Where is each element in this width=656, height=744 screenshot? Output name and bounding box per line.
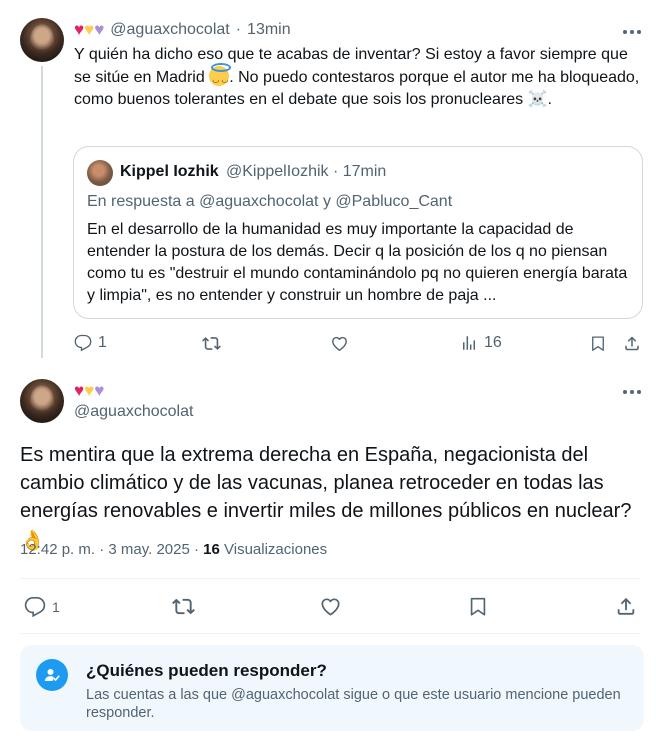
retweet-icon	[172, 598, 195, 615]
reply-count: 1	[52, 599, 60, 615]
views-count: 16	[484, 334, 502, 351]
more-options-icon[interactable]	[620, 382, 644, 402]
views-total: 16	[203, 541, 220, 558]
red-heart-icon: ♥	[74, 20, 85, 39]
purple-heart-icon: ♥	[94, 381, 105, 400]
retweet-button[interactable]	[172, 595, 195, 618]
reply-header: ♥♥♥ @aguaxchocolat · 13min	[74, 20, 291, 40]
quote-avatar	[87, 160, 113, 186]
who-can-reply-notice: ¿Quiénes pueden responder? Las cuentas a…	[20, 645, 644, 731]
avatar[interactable]	[20, 379, 64, 423]
bookmark-icon	[592, 336, 604, 351]
display-name-emojis[interactable]: ♥♥♥	[74, 381, 104, 401]
divider	[20, 633, 640, 634]
bookmark-button[interactable]	[467, 595, 489, 618]
quote-author-meta: @KippelIozhik · 17min	[226, 163, 387, 180]
yellow-heart-icon: ♥	[84, 20, 95, 39]
bookmark-icon	[470, 597, 486, 616]
reply-text-part3: .	[547, 91, 552, 108]
main-handle[interactable]: @aguaxchocolat	[74, 403, 193, 421]
share-icon	[625, 336, 639, 351]
quote-text: En el desarrollo de la humanidad es muy …	[87, 221, 628, 304]
retweet-icon	[202, 337, 221, 350]
quoted-tweet-card[interactable]: Kippel Iozhik @KippelIozhik · 17min En r…	[73, 146, 643, 319]
main-text-body: Es mentira que la extrema derecha en Esp…	[20, 444, 632, 522]
share-icon	[617, 597, 635, 615]
reply-handle[interactable]: @aguaxchocolat	[110, 21, 229, 39]
reply-icon	[24, 597, 46, 618]
retweet-button[interactable]	[202, 334, 221, 353]
timestamp[interactable]: 12:42 p. m. · 3 may. 2025 ·	[20, 541, 203, 558]
who-can-reply-description: Las cuentas a las que @aguaxchocolat sig…	[86, 687, 621, 721]
heart-outline-icon	[332, 336, 347, 351]
more-options-icon[interactable]	[620, 22, 644, 42]
reply-icon	[74, 334, 92, 352]
quote-handle: @KippelIozhik	[226, 163, 329, 180]
share-button[interactable]	[623, 334, 641, 353]
who-can-reply-title: ¿Quiénes pueden responder?	[86, 661, 327, 680]
quote-author-name: Kippel Iozhik	[120, 163, 219, 180]
share-button[interactable]	[615, 595, 637, 618]
smiling-halo-emoji-icon	[209, 63, 232, 91]
skull-crossbones-emoji-icon: ☠️	[527, 91, 548, 108]
quote-replying-to: En respuesta a @aguaxchocolat y @Pabluco…	[87, 193, 453, 210]
heart-outline-icon	[321, 598, 340, 616]
quote-time: 17min	[342, 163, 387, 180]
views-button[interactable]: 16	[460, 334, 502, 352]
tweet-meta: 12:42 p. m. · 3 may. 2025 · 16 Visualiza…	[20, 541, 327, 558]
bookmark-button[interactable]	[589, 334, 607, 353]
reply-button[interactable]: 1	[24, 596, 60, 618]
reply-count: 1	[98, 334, 107, 351]
like-button[interactable]	[330, 334, 349, 353]
analytics-icon	[463, 336, 475, 350]
reply-button[interactable]: 1	[74, 334, 107, 352]
avatar[interactable]	[20, 18, 64, 62]
yellow-heart-icon: ♥	[84, 381, 95, 400]
display-name-emojis[interactable]: ♥♥♥	[74, 20, 104, 40]
reply-time[interactable]: 13min	[247, 21, 291, 39]
red-heart-icon: ♥	[74, 381, 85, 400]
like-button[interactable]	[319, 595, 342, 618]
mention-user-icon	[36, 659, 68, 691]
main-tweet-text: Es mentira que la extrema derecha en Esp…	[20, 441, 640, 553]
views-label: Visualizaciones	[224, 541, 328, 558]
separator-dot: ·	[235, 21, 242, 38]
reply-text: Y quién ha dicho eso que te acabas de in…	[74, 44, 644, 111]
thread-line	[41, 66, 43, 358]
purple-heart-icon: ♥	[94, 20, 105, 39]
divider	[20, 578, 640, 579]
